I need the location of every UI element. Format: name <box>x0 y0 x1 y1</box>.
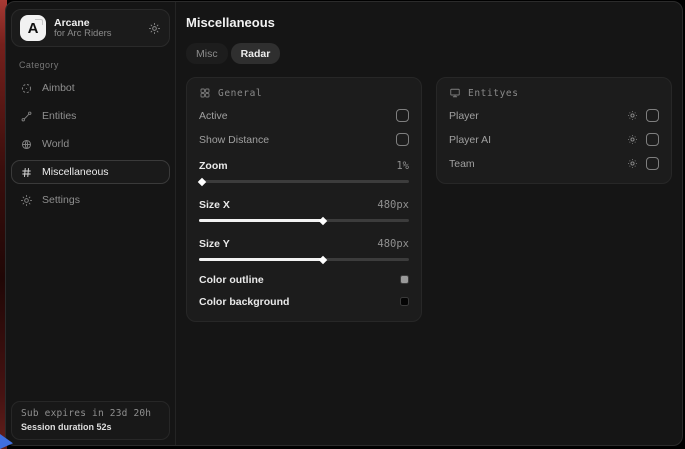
team-label: Team <box>449 158 475 170</box>
gear-icon[interactable] <box>627 110 638 121</box>
zoom-row: Zoom 1% <box>199 158 409 173</box>
player-ai-label: Player AI <box>449 134 491 146</box>
globe-icon <box>20 138 33 151</box>
player-checkbox[interactable] <box>646 109 659 122</box>
session-duration-text: Session duration 52s <box>21 422 160 432</box>
active-checkbox[interactable] <box>396 109 409 122</box>
player-ai-row: Player AI <box>449 132 659 147</box>
cards-row: General Active Show Distance Zoom 1% <box>186 77 672 322</box>
size-y-row: Size Y 480px <box>199 236 409 251</box>
slider-fill <box>199 258 323 261</box>
zoom-label: Zoom <box>199 160 228 172</box>
hash-grid-icon <box>20 166 33 179</box>
general-card-header: General <box>199 87 409 99</box>
sidebar-item-label: World <box>42 138 69 150</box>
page-title: Miscellaneous <box>186 15 672 30</box>
zoom-value: 1% <box>396 160 409 172</box>
tabbar: Misc Radar <box>186 43 672 64</box>
gear-icon[interactable] <box>627 158 638 169</box>
brand-logo: A <box>20 15 46 41</box>
sidebar-item-entities[interactable]: Entities <box>11 104 170 128</box>
player-ai-checkbox[interactable] <box>646 133 659 146</box>
route-icon <box>20 110 33 123</box>
sidebar-nav: Aimbot Entities <box>6 76 175 212</box>
size-x-slider[interactable] <box>199 216 409 225</box>
show-distance-checkbox[interactable] <box>396 133 409 146</box>
player-label: Player <box>449 110 479 122</box>
brand-title: Arcane <box>54 17 140 29</box>
color-outline-label: Color outline <box>199 274 264 286</box>
gear-icon[interactable] <box>627 134 638 145</box>
slider-fill <box>199 180 202 183</box>
main-panel: Miscellaneous Misc Radar Gene <box>176 2 683 445</box>
sidebar-item-label: Settings <box>42 194 80 206</box>
color-outline-swatch[interactable] <box>400 275 409 284</box>
size-x-label: Size X <box>199 199 230 211</box>
team-controls <box>627 157 659 170</box>
player-controls <box>627 109 659 122</box>
slider-thumb[interactable] <box>319 216 327 224</box>
crosshair-icon <box>20 82 33 95</box>
sidebar-item-label: Miscellaneous <box>42 166 109 178</box>
show-distance-row: Show Distance <box>199 132 409 147</box>
sidebar-item-miscellaneous[interactable]: Miscellaneous <box>11 160 170 184</box>
brand-subtitle: for Arc Riders <box>54 29 140 40</box>
color-background-row: Color background <box>199 294 409 309</box>
team-row: Team <box>449 156 659 171</box>
entities-card-title: Entityes <box>468 88 519 99</box>
active-label: Active <box>199 110 228 122</box>
tab-misc[interactable]: Misc <box>186 43 228 64</box>
active-row: Active <box>199 108 409 123</box>
monitor-icon <box>449 87 461 99</box>
subscription-status-card: Sub expires in 23d 20h Session duration … <box>11 401 170 440</box>
sidebar-item-aimbot[interactable]: Aimbot <box>11 76 170 100</box>
size-x-value: 480px <box>377 199 409 211</box>
team-checkbox[interactable] <box>646 157 659 170</box>
sidebar-item-label: Aimbot <box>42 82 75 94</box>
slider-fill <box>199 219 323 222</box>
sidebar-item-settings[interactable]: Settings <box>11 188 170 212</box>
general-card: General Active Show Distance Zoom 1% <box>186 77 422 322</box>
size-y-value: 480px <box>377 238 409 250</box>
size-y-label: Size Y <box>199 238 230 250</box>
show-distance-label: Show Distance <box>199 134 269 146</box>
slider-track <box>199 180 409 183</box>
player-row: Player <box>449 108 659 123</box>
general-card-title: General <box>218 88 262 99</box>
entities-card: Entityes Player P <box>436 77 672 184</box>
color-outline-row: Color outline <box>199 272 409 287</box>
sidebar-item-label: Entities <box>42 110 76 122</box>
layout-grid-icon <box>199 87 211 99</box>
app-window: A Arcane for Arc Riders Category <box>5 1 683 446</box>
size-x-row: Size X 480px <box>199 197 409 212</box>
color-background-label: Color background <box>199 296 289 308</box>
sidebar-item-world[interactable]: World <box>11 132 170 156</box>
player-ai-controls <box>627 133 659 146</box>
category-label: Category <box>19 60 175 70</box>
size-y-slider[interactable] <box>199 255 409 264</box>
gear-icon[interactable] <box>148 22 161 35</box>
entities-card-header: Entityes <box>449 87 659 99</box>
color-background-swatch[interactable] <box>400 297 409 306</box>
brand-card: A Arcane for Arc Riders <box>11 9 170 47</box>
slider-thumb[interactable] <box>319 255 327 263</box>
zoom-slider[interactable] <box>199 177 409 186</box>
sidebar: A Arcane for Arc Riders Category <box>6 2 176 445</box>
brand-text: Arcane for Arc Riders <box>54 17 140 40</box>
tab-radar[interactable]: Radar <box>231 43 281 64</box>
sub-expires-text: Sub expires in 23d 20h <box>21 408 160 419</box>
slider-thumb[interactable] <box>198 177 206 185</box>
gear-icon <box>20 194 33 207</box>
